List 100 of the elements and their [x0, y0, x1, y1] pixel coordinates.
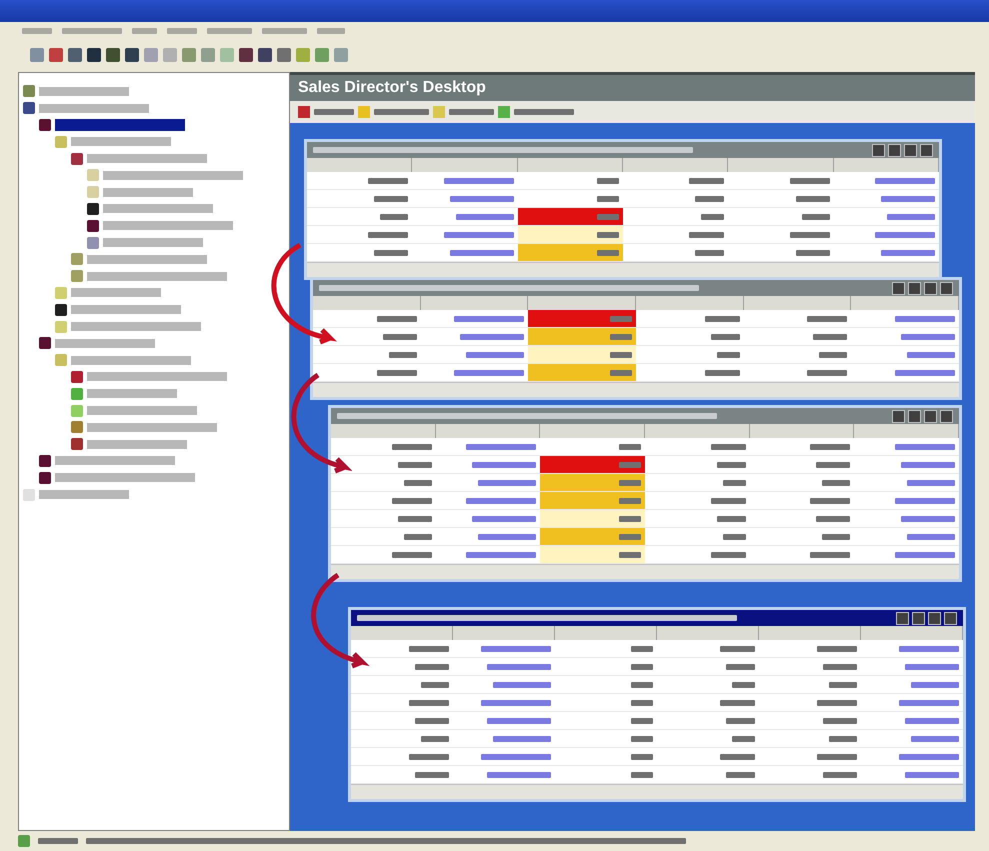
- toolbar-icon[interactable]: [30, 48, 44, 62]
- toolbar-icon[interactable]: [220, 48, 234, 62]
- blurred-text: [796, 250, 830, 256]
- menu-item[interactable]: [167, 28, 197, 34]
- column-header[interactable]: [657, 626, 759, 640]
- panel-button-icon[interactable]: [892, 410, 905, 422]
- toolbar-icon[interactable]: [87, 48, 101, 62]
- blurred-text: [894, 370, 955, 376]
- toolbar-icon[interactable]: [277, 48, 291, 62]
- blurred-text: [732, 682, 755, 688]
- toolbar-icon[interactable]: [239, 48, 253, 62]
- column-header[interactable]: [313, 296, 421, 310]
- blurred-text: [487, 664, 551, 670]
- tree-item[interactable]: [55, 118, 185, 131]
- panel-button-icon[interactable]: [944, 612, 957, 624]
- menu-item[interactable]: [317, 28, 345, 34]
- panel-button-icon[interactable]: [940, 410, 953, 422]
- column-header[interactable]: [555, 626, 657, 640]
- blurred-text: [710, 552, 746, 558]
- blurred-text: [807, 370, 848, 376]
- column-header[interactable]: [420, 296, 528, 310]
- blurred-text: [466, 444, 536, 450]
- column-header[interactable]: [518, 158, 623, 172]
- blurred-text: [875, 178, 935, 184]
- column-header[interactable]: [540, 424, 645, 438]
- blurred-text: [456, 214, 514, 220]
- blurred-text: [829, 682, 857, 688]
- blurred-text: [398, 462, 432, 468]
- blurred-text: [631, 736, 653, 742]
- panel-button-icon[interactable]: [908, 410, 921, 422]
- column-header[interactable]: [453, 626, 555, 640]
- toolbar-icon[interactable]: [68, 48, 82, 62]
- blurred-text: [493, 682, 551, 688]
- panel-button-icon[interactable]: [924, 282, 937, 294]
- blurred-text: [906, 534, 955, 540]
- column-header[interactable]: [744, 296, 852, 310]
- panel-button-icon[interactable]: [892, 282, 905, 294]
- panel-button-icon[interactable]: [928, 612, 941, 624]
- column-header[interactable]: [307, 158, 412, 172]
- column-header[interactable]: [728, 158, 834, 172]
- blurred-text: [466, 552, 536, 558]
- panel-button-icon[interactable]: [940, 282, 953, 294]
- toolbar-icon[interactable]: [106, 48, 120, 62]
- menu-item[interactable]: [132, 28, 157, 34]
- blurred-text: [720, 646, 755, 652]
- toolbar-icon[interactable]: [163, 48, 177, 62]
- blurred-text: [409, 646, 449, 652]
- blurred-text: [472, 462, 536, 468]
- blurred-text: [314, 109, 354, 115]
- panel-button-icon[interactable]: [872, 144, 885, 156]
- blurred-text: [374, 196, 408, 202]
- blurred-text: [618, 516, 641, 522]
- blurred-text: [610, 370, 632, 376]
- column-header[interactable]: [351, 626, 453, 640]
- toolbar-icon[interactable]: [296, 48, 310, 62]
- panel-button-icon[interactable]: [888, 144, 901, 156]
- panel-button-icon[interactable]: [896, 612, 909, 624]
- blurred-text: [421, 736, 449, 742]
- column-header[interactable]: [759, 626, 861, 640]
- menu-item[interactable]: [207, 28, 252, 34]
- blurred-text: [887, 214, 935, 220]
- toolbar-icon[interactable]: [182, 48, 196, 62]
- toolbar-icon[interactable]: [201, 48, 215, 62]
- blurred-text: [802, 214, 830, 220]
- blurred-text: [610, 334, 632, 340]
- blurred-text: [823, 718, 857, 724]
- column-header[interactable]: [528, 296, 636, 310]
- toolbar-icon[interactable]: [144, 48, 158, 62]
- blurred-text: [421, 682, 449, 688]
- blurred-text: [444, 232, 514, 238]
- blurred-text: [732, 736, 755, 742]
- menu-item[interactable]: [62, 28, 122, 34]
- menu-item[interactable]: [22, 28, 52, 34]
- blurred-text: [610, 352, 632, 358]
- panel-button-icon[interactable]: [904, 144, 917, 156]
- blurred-text: [899, 700, 959, 706]
- toolbar-icon[interactable]: [258, 48, 272, 62]
- column-header[interactable]: [436, 424, 540, 438]
- column-header[interactable]: [412, 158, 518, 172]
- blurred-text: [810, 498, 850, 504]
- panel-button-icon[interactable]: [912, 612, 925, 624]
- panel-button-icon[interactable]: [920, 144, 933, 156]
- blurred-text: [388, 352, 417, 358]
- blurred-text: [597, 196, 619, 202]
- toolbar-icon[interactable]: [125, 48, 139, 62]
- column-header[interactable]: [644, 424, 750, 438]
- panel-button-icon[interactable]: [908, 282, 921, 294]
- column-header[interactable]: [750, 424, 854, 438]
- blurred-text: [816, 516, 850, 522]
- blurred-text: [894, 316, 955, 322]
- column-header[interactable]: [331, 424, 436, 438]
- column-header[interactable]: [636, 296, 744, 310]
- panel-button-icon[interactable]: [924, 410, 937, 422]
- toolbar-icon[interactable]: [315, 48, 329, 62]
- column-header[interactable]: [623, 158, 728, 172]
- blurred-text: [810, 552, 850, 558]
- toolbar-icon[interactable]: [334, 48, 348, 62]
- toolbar-icon[interactable]: [49, 48, 63, 62]
- blurred-text: [618, 444, 641, 450]
- menu-item[interactable]: [262, 28, 307, 34]
